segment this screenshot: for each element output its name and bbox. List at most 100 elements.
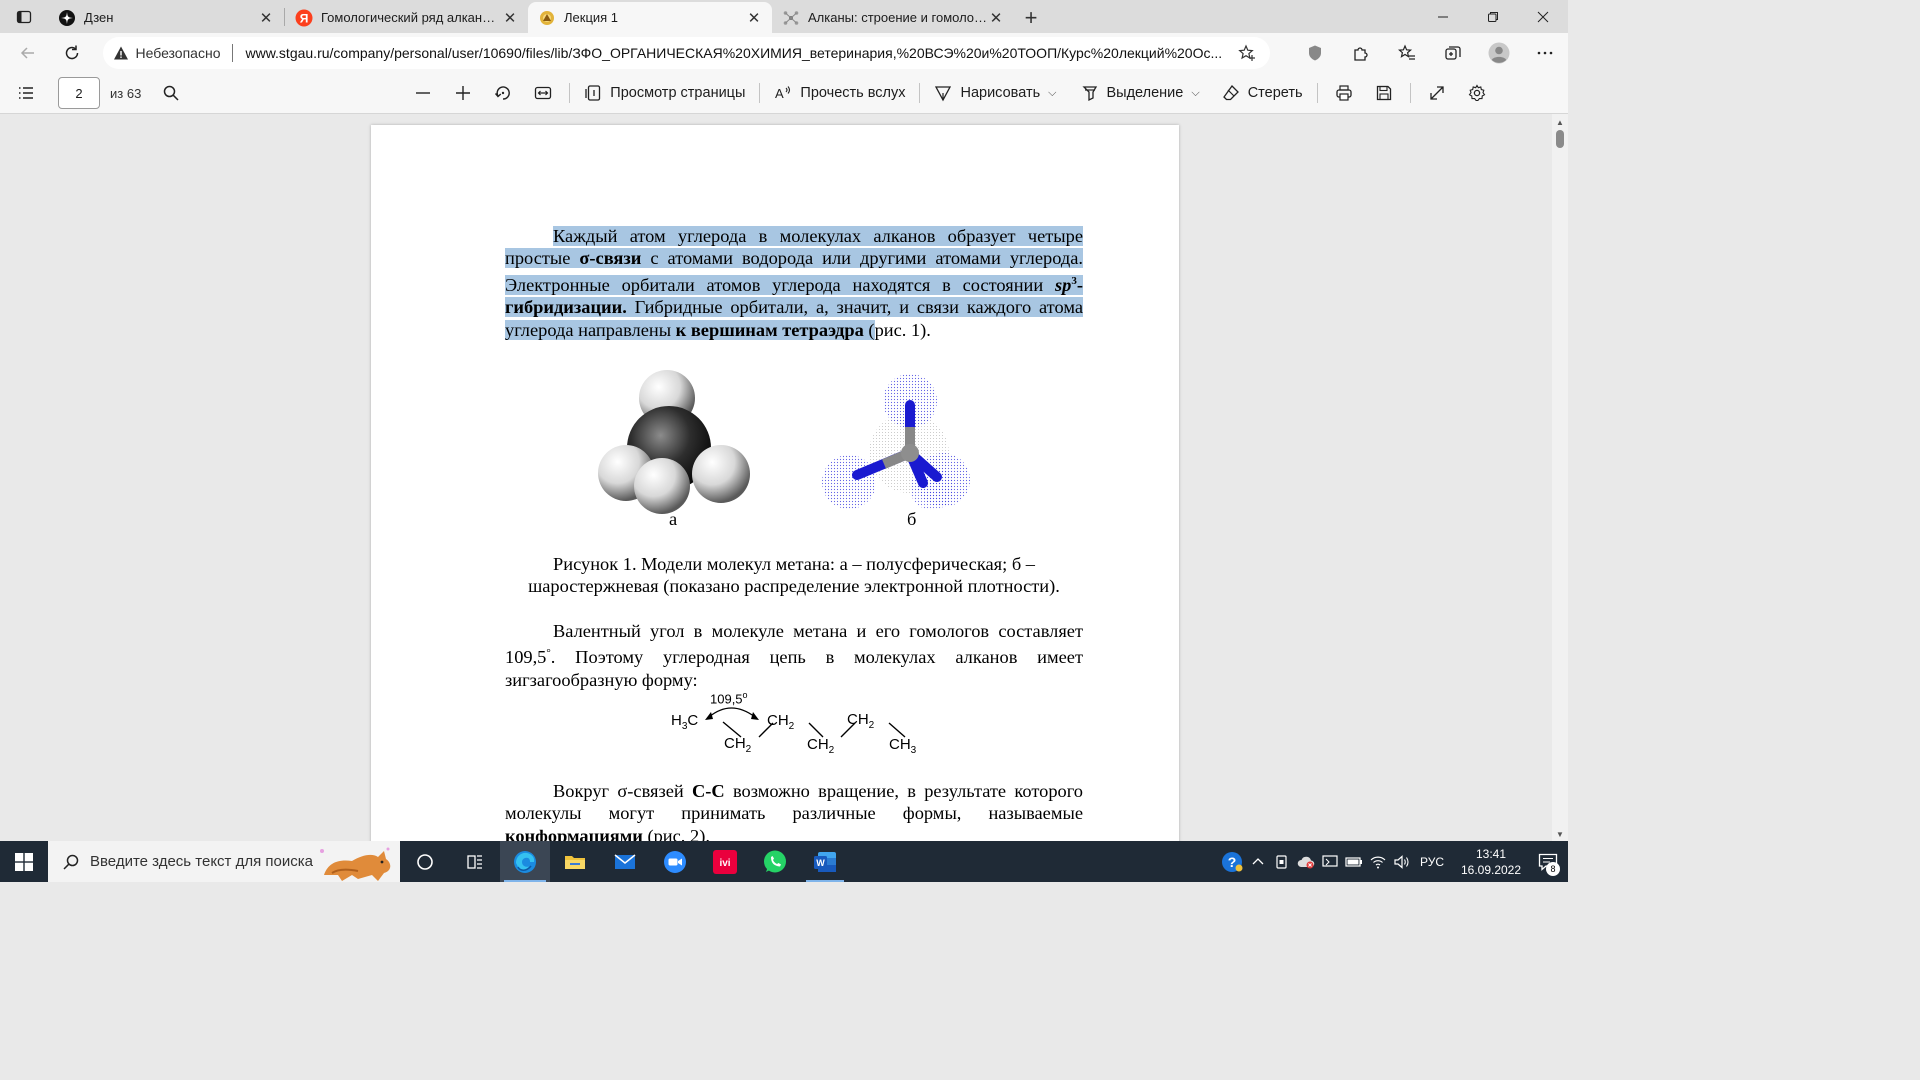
fullscreen-button[interactable] (1417, 76, 1457, 110)
cloud-sync-button[interactable] (1294, 841, 1318, 882)
close-icon[interactable]: ✕ (258, 10, 274, 27)
start-button[interactable] (0, 841, 48, 882)
figure-methane-models: а б (581, 365, 981, 529)
help-button[interactable]: ? (1218, 841, 1246, 882)
svg-text:W: W (816, 858, 825, 868)
text-selection[interactable]: Каждый атом углерода в молекулах алканов… (505, 226, 1083, 340)
network-button[interactable] (1366, 841, 1390, 882)
rotate-button[interactable] (483, 76, 523, 110)
save-button[interactable] (1364, 76, 1404, 110)
refresh-icon (65, 45, 78, 60)
vertical-scrollbar[interactable]: ▲ ▼ (1552, 114, 1568, 841)
profile-button[interactable] (1476, 35, 1522, 71)
ball-and-stick-model (822, 374, 970, 510)
page-number-input[interactable]: 2 (58, 77, 100, 109)
whatsapp-icon (764, 850, 786, 872)
pen-draw-icon (935, 86, 952, 102)
battery-button[interactable] (1342, 841, 1366, 882)
close-icon[interactable]: ✕ (988, 10, 1004, 27)
zoom-out-button[interactable] (403, 76, 443, 110)
svg-text:ivi: ivi (719, 858, 730, 869)
tab-dzen[interactable]: Дзен ✕ (48, 2, 284, 33)
settings-more-button[interactable] (1522, 35, 1568, 71)
task-view-button[interactable] (450, 841, 500, 882)
minimize-button[interactable] (1418, 0, 1468, 33)
word-icon: W (814, 851, 836, 872)
bold-term: С-С (692, 781, 725, 801)
pdf-viewer[interactable]: Каждый атом углерода в молекулах алканов… (0, 114, 1568, 841)
show-hidden-icons-button[interactable] (1246, 841, 1270, 882)
tab-alkanes-structure[interactable]: Алканы: строение и гомологич ✕ (772, 2, 1014, 33)
restore-button[interactable] (1468, 0, 1518, 33)
ivi-icon: ivi (713, 849, 737, 874)
figure-label-a: а (669, 509, 678, 529)
task-view-cortana-button[interactable] (400, 841, 450, 882)
plus-icon: + (1024, 4, 1038, 30)
highlight-label: Выделение (1106, 85, 1184, 101)
fit-to-width-button[interactable] (523, 76, 563, 110)
screen-tray-button[interactable] (1318, 841, 1342, 882)
input-language[interactable]: РУС (1420, 855, 1444, 869)
shield-extension-button[interactable] (1292, 35, 1338, 71)
read-aloud-icon: A (775, 86, 791, 101)
ch2-group: CH2 (724, 735, 752, 755)
tab-lecture-1[interactable]: Лекция 1 ✕ (528, 2, 772, 33)
expand-icon (1429, 86, 1444, 100)
taskbar-whatsapp[interactable] (750, 841, 800, 882)
favorites-button[interactable] (1384, 35, 1430, 71)
tab-homologous-series[interactable]: Я Гомологический ряд алканов. Г ✕ (285, 2, 528, 33)
toolbar-separator (919, 83, 921, 103)
notification-center-button[interactable]: 8 (1528, 841, 1568, 882)
erase-button[interactable]: Стереть (1214, 76, 1311, 110)
taskbar-zoom[interactable] (650, 841, 700, 882)
university-icon (540, 10, 554, 25)
clock-date: 16.09.2022 (1460, 862, 1522, 877)
more-dots-icon (1537, 51, 1553, 55)
print-button[interactable] (1324, 76, 1364, 110)
display-icon (1322, 854, 1338, 867)
close-icon[interactable]: ✕ (502, 10, 518, 27)
chevron-down-icon[interactable]: ⌵ (1048, 87, 1056, 100)
chevron-down-icon[interactable]: ⌵ (1191, 87, 1199, 100)
taskbar-edge[interactable] (500, 841, 550, 882)
cat-illustration-icon (320, 847, 391, 881)
toolbar-separator (1316, 83, 1318, 103)
volume-button[interactable] (1390, 841, 1414, 882)
close-icon[interactable]: ✕ (746, 10, 762, 27)
zoom-in-button[interactable] (443, 76, 483, 110)
extensions-button[interactable] (1338, 35, 1384, 71)
url-field[interactable]: Небезопасно www.stgau.ru/company/persona… (103, 37, 1270, 69)
tab-actions-button[interactable] (0, 0, 48, 33)
system-clock[interactable]: 13:41 16.09.2022 (1454, 846, 1528, 878)
taskbar-ivi[interactable]: ivi (700, 841, 750, 882)
refresh-button[interactable] (52, 35, 92, 71)
speaker-icon (1394, 854, 1409, 869)
scroll-thumb[interactable] (1556, 130, 1564, 148)
back-button[interactable] (8, 35, 48, 71)
security-warning[interactable]: Небезопасно (113, 45, 220, 61)
page-view-icon (585, 85, 601, 101)
scroll-down-arrow-icon[interactable]: ▼ (1556, 830, 1564, 839)
find-button[interactable] (151, 76, 191, 110)
figure-caption: Рисунок 1. Модели молекул метана: а – по… (528, 554, 1060, 597)
taskbar-search[interactable]: Введите здесь текст для поиска (48, 841, 400, 882)
scroll-up-arrow-icon[interactable]: ▲ (1556, 118, 1564, 127)
draw-button[interactable]: Нарисовать ⌵ (926, 76, 1064, 110)
read-aloud-button[interactable]: A Прочесть вслух (766, 76, 913, 110)
new-tab-button[interactable]: + (1014, 2, 1048, 33)
pdf-settings-button[interactable] (1457, 76, 1497, 110)
device-tray-button[interactable] (1270, 841, 1294, 882)
security-label: Небезопасно (135, 45, 221, 61)
taskbar-file-explorer[interactable] (550, 841, 600, 882)
tab-title: Дзен (84, 10, 114, 25)
taskbar-mail[interactable] (600, 841, 650, 882)
paragraph-sp3-hybridization: Каждый атом углерода в молекулах алканов… (505, 225, 1083, 341)
add-favorite-button[interactable] (1234, 40, 1260, 66)
close-window-button[interactable] (1518, 0, 1568, 33)
table-of-contents-button[interactable] (6, 76, 46, 110)
page-view-button[interactable]: Просмотр страницы (576, 76, 753, 110)
taskbar-word[interactable]: W (800, 841, 850, 882)
highlight-button[interactable]: Выделение ⌵ (1073, 76, 1208, 110)
collections-button[interactable] (1430, 35, 1476, 71)
save-disk-icon (1376, 85, 1391, 101)
